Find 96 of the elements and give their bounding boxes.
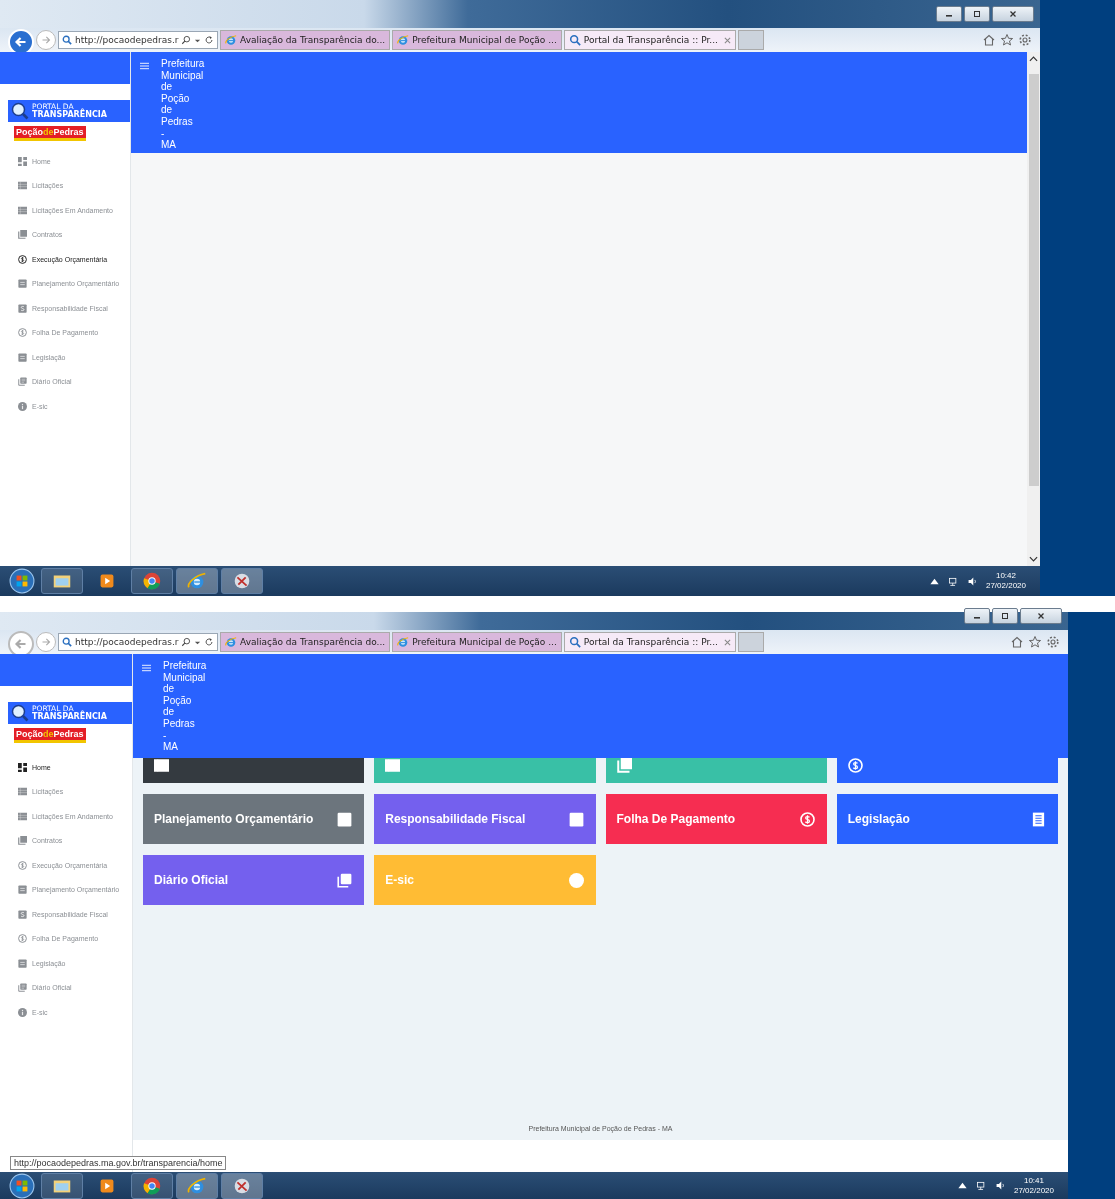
browser-tab[interactable]: Portal da Transparência :: Pr... — [563, 632, 736, 652]
network-icon[interactable] — [947, 575, 959, 587]
settings-icon[interactable] — [1018, 33, 1032, 47]
magnifier-icon — [11, 102, 29, 120]
site-title: Prefeitura Municipal de Poção de Pedras - MA — [161, 58, 205, 151]
maximize-icon — [1000, 611, 1010, 621]
dollar-icon — [18, 934, 27, 944]
dollar-icon — [18, 254, 27, 264]
maximize-button[interactable] — [992, 608, 1018, 624]
star-icon[interactable] — [1028, 635, 1042, 649]
newspaper-icon — [337, 872, 353, 888]
copy-icon — [616, 758, 632, 773]
city-logo: PoçãodePedras — [14, 728, 86, 743]
browser-logo-icon — [397, 34, 410, 46]
taskbar-ie-icon[interactable] — [176, 568, 218, 594]
browser-logo-icon — [225, 636, 237, 648]
taskbar-folder-icon[interactable] — [41, 1172, 83, 1199]
browser-logo-icon — [397, 636, 410, 648]
magnifier-icon — [11, 704, 29, 722]
speaker-icon[interactable] — [966, 575, 978, 587]
clock-time[interactable]: 10:42 — [995, 571, 1016, 581]
status-tooltip: http://pocaodepedras.ma.gov.br/transparencia/home — [10, 1156, 227, 1170]
grid-icon — [18, 762, 27, 772]
category-tile[interactable]: Diário Oficial — [143, 855, 365, 905]
browser-tab[interactable]: Avaliação da Transparência do... — [220, 30, 391, 50]
home-icon[interactable] — [982, 33, 996, 47]
copy-icon — [18, 230, 27, 240]
scroll-up-icon[interactable] — [1029, 56, 1038, 62]
category-tile[interactable] — [836, 758, 1058, 783]
windows-logo-icon — [9, 568, 35, 594]
maximize-button[interactable] — [964, 6, 990, 22]
taskbar-app-icon[interactable] — [221, 1172, 263, 1199]
dollar-icon — [847, 758, 863, 773]
close-button[interactable] — [992, 6, 1034, 22]
close-icon[interactable] — [723, 638, 731, 646]
category-tile[interactable]: Responsabilidade Fiscal — [374, 794, 596, 844]
tray-arrow-icon[interactable] — [956, 1180, 968, 1191]
dollar-icon — [18, 860, 27, 870]
clock-date[interactable]: 27/02/2020 — [1013, 1185, 1054, 1196]
browser-logo-icon — [225, 34, 237, 46]
taskbar-app-icon[interactable] — [221, 568, 263, 594]
address-field[interactable]: http://pocaodepedras.r — [58, 633, 218, 651]
taskbar-folder-icon[interactable] — [41, 568, 83, 594]
close-icon — [1036, 611, 1046, 621]
search-icon[interactable] — [181, 35, 192, 45]
site-title: Prefeitura Municipal de Poção de Pedras - MA — [163, 660, 207, 753]
dollar-icon — [799, 811, 815, 827]
windows-logo-icon — [9, 1172, 35, 1199]
category-tile[interactable]: Legislação — [836, 794, 1058, 844]
browser-tab[interactable]: Prefeitura Municipal de Poção ... — [392, 30, 562, 50]
scroll-down-icon[interactable] — [1029, 556, 1038, 562]
network-icon[interactable] — [975, 1180, 987, 1191]
clock-time[interactable]: 10:41 — [1023, 1175, 1044, 1186]
newspaper-icon — [18, 983, 27, 993]
star-icon[interactable] — [1000, 33, 1014, 47]
home-icon[interactable] — [1010, 635, 1024, 649]
search-icon — [568, 34, 581, 46]
dollar-icon — [18, 328, 27, 338]
minimize-button[interactable] — [936, 6, 962, 22]
taskbar-browser-icon[interactable] — [131, 1172, 173, 1199]
browser-tab[interactable]: Prefeitura Municipal de Poção ... — [392, 632, 562, 652]
category-tile[interactable] — [143, 758, 365, 783]
start-button[interactable] — [6, 567, 38, 595]
search-icon — [568, 636, 581, 648]
copy-icon — [18, 836, 27, 846]
taskbar-ie-icon[interactable] — [176, 1172, 218, 1199]
address-field[interactable]: http://pocaodepedras.r — [58, 31, 218, 49]
refresh-icon[interactable] — [204, 35, 215, 45]
portal-logo-text: TRANSPARÊNCIA — [32, 110, 107, 119]
browser-tab[interactable]: Portal da Transparência :: Pr... — [563, 30, 736, 50]
menu-icon[interactable] — [140, 62, 149, 70]
portal-logo-text: TRANSPARÊNCIA — [32, 712, 107, 721]
maximize-icon — [972, 9, 982, 19]
close-button[interactable] — [1020, 608, 1062, 624]
clock-date[interactable]: 27/02/2020 — [985, 581, 1026, 591]
category-tile[interactable] — [374, 758, 596, 783]
minimize-button[interactable] — [964, 608, 990, 624]
menu-icon[interactable] — [142, 664, 151, 672]
browser-tab[interactable]: Avaliação da Transparência do... — [220, 632, 391, 652]
scrollbar[interactable] — [1027, 52, 1040, 566]
search-icon[interactable] — [181, 637, 192, 647]
category-tile[interactable]: Planejamento Orçamentário — [143, 794, 365, 844]
newspaper-icon — [18, 377, 27, 387]
category-tile[interactable] — [605, 758, 827, 783]
search-icon — [62, 35, 72, 45]
city-logo: PoçãodePedras — [14, 126, 86, 141]
start-button[interactable] — [6, 1171, 38, 1199]
grid-icon — [18, 156, 27, 166]
close-icon[interactable] — [723, 36, 731, 44]
close-icon — [1008, 9, 1018, 19]
speaker-icon[interactable] — [994, 1180, 1006, 1191]
settings-icon[interactable] — [1046, 635, 1060, 649]
search-icon — [62, 637, 72, 647]
category-tile[interactable]: Folha De Pagamento — [605, 794, 827, 844]
refresh-icon[interactable] — [204, 637, 215, 647]
taskbar-browser-icon[interactable] — [131, 568, 173, 594]
